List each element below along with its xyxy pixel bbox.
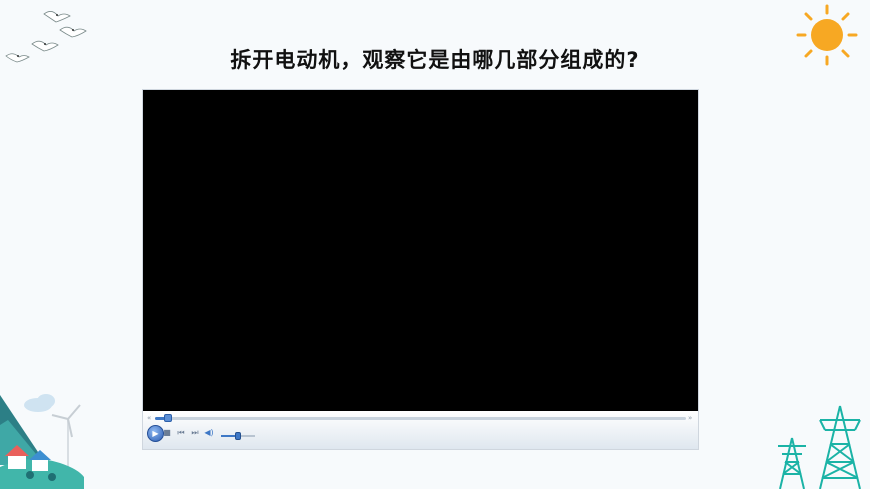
media-player[interactable]: « » ▶ ■ ⏮ ⏭ ◀) — [142, 89, 699, 450]
seek-end-icon: » — [688, 414, 693, 422]
volume-icon: ◀) — [204, 428, 214, 437]
stop-icon: ■ — [163, 428, 171, 437]
mute-button[interactable]: ◀) — [204, 428, 214, 438]
next-button[interactable]: ⏭ — [190, 428, 200, 438]
slide-title: 拆开电动机，观察它是由哪几部分组成的? — [230, 48, 640, 72]
next-icon: ⏭ — [191, 428, 199, 437]
seek-bar[interactable] — [155, 414, 686, 422]
volume-handle[interactable] — [235, 432, 241, 440]
play-icon: ▶ — [152, 429, 159, 438]
previous-button[interactable]: ⏮ — [176, 428, 186, 438]
previous-icon: ⏮ — [177, 428, 185, 437]
video-area[interactable] — [143, 90, 698, 411]
village-windmill-illustration — [0, 394, 84, 489]
volume-slider[interactable] — [221, 432, 255, 440]
player-controls: « » ▶ ■ ⏮ ⏭ ◀) — [143, 411, 698, 449]
power-towers-illustration — [778, 405, 861, 489]
stop-button[interactable]: ■ — [162, 428, 172, 438]
seek-handle[interactable] — [163, 414, 172, 422]
seek-start-icon: « — [147, 414, 152, 422]
